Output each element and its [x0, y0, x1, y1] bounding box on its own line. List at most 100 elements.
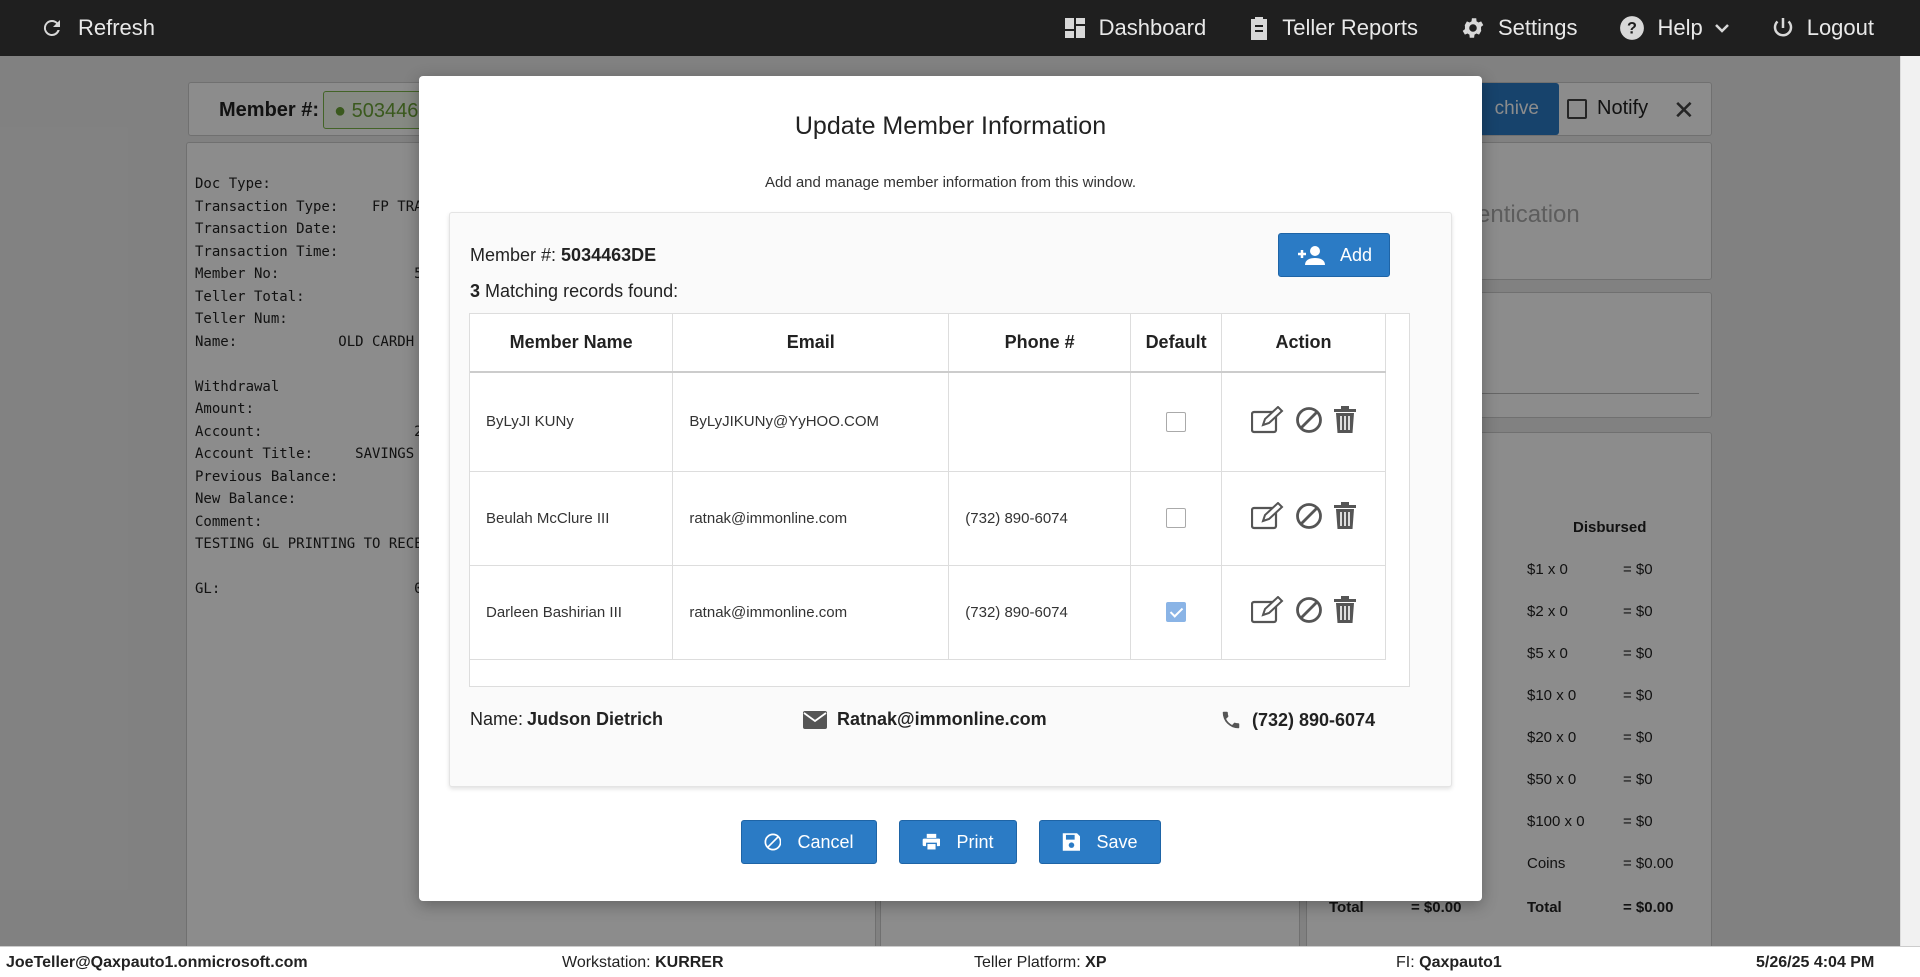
default-cell	[1130, 565, 1223, 660]
selected-name: Name: Judson Dietrich	[470, 709, 663, 730]
svg-text:?: ?	[1627, 19, 1637, 37]
action-cell	[1221, 565, 1386, 660]
table-header-row: Member Name Email Phone # Default Action	[470, 314, 1386, 373]
selected-email: Ratnak@immonline.com	[803, 709, 1047, 730]
platform-value: XP	[1085, 954, 1107, 971]
printer-icon	[922, 833, 940, 851]
modal-actions: Cancel Print Save	[419, 820, 1482, 864]
name-value: Judson Dietrich	[527, 709, 664, 729]
edit-icon[interactable]	[1250, 501, 1285, 534]
table-row[interactable]: Darleen Bashirian III ratnak@immonline.co…	[470, 565, 1386, 660]
phone-cell: (732) 890-6074	[948, 565, 1132, 660]
edit-icon[interactable]	[1250, 595, 1285, 628]
nav-help-label: Help	[1657, 15, 1703, 40]
col-phone: Phone #	[948, 314, 1132, 373]
cancel-label: Cancel	[797, 831, 854, 852]
fi-label: FI:	[1396, 954, 1415, 971]
member-name-cell: ByLyJI KUNy	[470, 372, 674, 472]
question-icon: ?	[1620, 16, 1645, 40]
ban-icon[interactable]	[1295, 406, 1323, 438]
status-user: JoeTeller@Qaxpauto1.onmicrosoft.com	[6, 954, 308, 972]
edit-icon[interactable]	[1250, 405, 1285, 438]
phone-value: (732) 890-6074	[1252, 709, 1376, 730]
email-cell: ratnak@immonline.com	[672, 565, 950, 660]
nav-dashboard-label: Dashboard	[1098, 15, 1207, 40]
records-table: Member Name Email Phone # Default Action…	[470, 314, 1386, 660]
trash-icon[interactable]	[1333, 502, 1357, 534]
table-row[interactable]: Beulah McClure III ratnak@immonline.com (7…	[470, 471, 1386, 566]
status-datetime: 5/26/25 4:04 PM	[1756, 954, 1874, 972]
workstation-value: KURRER	[655, 954, 724, 971]
phone-cell: (732) 890-6074	[948, 471, 1132, 566]
default-checkbox[interactable]	[1166, 508, 1187, 528]
print-label: Print	[956, 831, 994, 852]
col-member-name: Member Name	[470, 314, 674, 373]
user-email: JoeTeller@Qaxpauto1.onmicrosoft.com	[6, 954, 308, 971]
member-number-label: Member #:	[470, 245, 557, 265]
clipboard-icon	[1251, 17, 1268, 40]
update-member-modal: Update Member Information Add and manage…	[419, 76, 1482, 901]
records-table-container: Member Name Email Phone # Default Action…	[469, 313, 1410, 687]
ban-icon[interactable]	[1295, 502, 1323, 534]
save-label: Save	[1096, 831, 1138, 852]
add-label: Add	[1339, 244, 1373, 265]
gear-icon	[1462, 18, 1484, 38]
nav-dashboard[interactable]: Dashboard	[1063, 15, 1207, 41]
nav-teller-reports-label: Teller Reports	[1282, 15, 1418, 40]
col-action: Action	[1221, 314, 1386, 373]
chevron-down-icon	[1714, 24, 1729, 33]
nav-teller-reports[interactable]: Teller Reports	[1248, 15, 1418, 41]
trash-icon[interactable]	[1333, 405, 1357, 438]
nav-settings[interactable]: Settings	[1460, 15, 1577, 41]
dashboard-icon	[1064, 18, 1085, 38]
default-cell	[1130, 471, 1223, 566]
member-name-cell: Beulah McClure III	[470, 471, 674, 566]
member-records-card: Member #: 5034463DE 3 Matching records f…	[449, 212, 1452, 787]
workstation-label: Workstation:	[562, 954, 651, 971]
top-bar: Refresh Dashboard Teller Reports Setting…	[0, 0, 1920, 56]
email-value: Ratnak@immonline.com	[837, 709, 1047, 729]
trash-icon[interactable]	[1333, 596, 1357, 628]
power-icon	[1773, 18, 1792, 37]
records-count: 3	[470, 281, 481, 301]
member-number-line: Member #: 5034463DE	[470, 245, 656, 266]
save-button[interactable]: Save	[1038, 820, 1161, 864]
refresh-icon	[43, 19, 60, 36]
print-button[interactable]: Print	[898, 820, 1017, 864]
records-text: Matching records found:	[485, 281, 679, 301]
default-checkbox[interactable]	[1166, 602, 1187, 622]
nav-logout-label: Logout	[1806, 15, 1874, 40]
refresh-button[interactable]: Refresh	[40, 0, 155, 56]
member-number-value: 5034463DE	[561, 245, 657, 265]
ban-icon	[764, 833, 781, 851]
status-fi: FI: Qaxpauto1	[1396, 954, 1502, 972]
email-cell: ByLyJIKUNy@YyHOO.COM	[672, 372, 950, 472]
nav-help[interactable]: ? Help	[1619, 15, 1729, 41]
action-cell	[1221, 471, 1386, 566]
nav-logout[interactable]: Logout	[1771, 15, 1874, 41]
status-bar: JoeTeller@Qaxpauto1.onmicrosoft.com Work…	[0, 946, 1920, 977]
col-default: Default	[1130, 314, 1223, 373]
status-workstation: Workstation: KURRER	[562, 954, 724, 972]
table-row[interactable]: ByLyJI KUNy ByLyJIKUNy@YyHOO.COM	[470, 372, 1386, 472]
fi-value: Qaxpauto1	[1419, 954, 1502, 971]
modal-title: Update Member Information	[794, 112, 1107, 140]
phone-cell	[948, 372, 1132, 472]
cancel-button[interactable]: Cancel	[740, 820, 877, 864]
ban-icon[interactable]	[1295, 596, 1323, 628]
add-member-button[interactable]: Add	[1278, 233, 1390, 277]
status-platform: Teller Platform: XP	[974, 954, 1107, 972]
default-checkbox[interactable]	[1166, 411, 1187, 432]
email-cell: ratnak@immonline.com	[672, 471, 950, 566]
datetime-value: 5/26/25 4:04 PM	[1756, 954, 1875, 971]
phone-icon	[1222, 711, 1240, 729]
envelope-icon	[803, 710, 827, 729]
page-scrollbar[interactable]	[1900, 56, 1920, 946]
floppy-disk-icon	[1062, 833, 1080, 851]
top-nav: Dashboard Teller Reports Settings ? Help…	[1063, 0, 1874, 56]
add-user-icon	[1297, 246, 1325, 265]
action-cell	[1221, 372, 1386, 472]
col-email: Email	[672, 314, 950, 373]
default-cell	[1130, 372, 1223, 472]
member-name-cell: Darleen Bashirian III	[470, 565, 674, 660]
